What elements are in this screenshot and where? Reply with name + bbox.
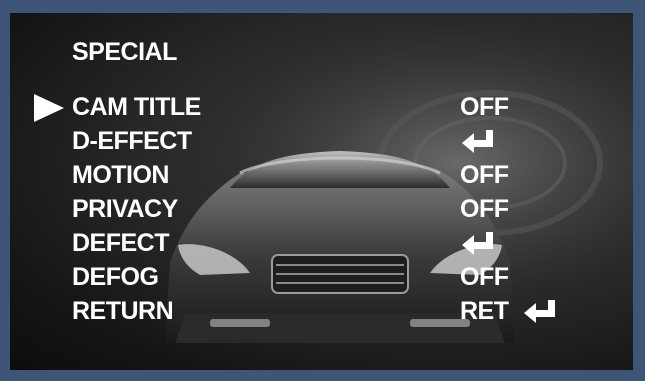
enter-icon	[524, 300, 555, 323]
menu-item-value: OFF	[460, 263, 509, 291]
menu-item-label: DEFECT	[72, 229, 170, 257]
menu-item-value: RET	[460, 297, 509, 325]
menu-item-value: OFF	[460, 93, 509, 121]
osd-frame: SPECIAL CAM TITLE OFF D-EFFECT MOTION OF…	[0, 0, 645, 381]
menu-item-defect[interactable]: DEFECT	[10, 227, 633, 259]
menu-item-value: OFF	[460, 195, 509, 223]
menu-item-privacy[interactable]: PRIVACY OFF	[10, 193, 633, 225]
enter-icon	[462, 232, 493, 255]
camera-osd-screen: SPECIAL CAM TITLE OFF D-EFFECT MOTION OF…	[10, 13, 633, 370]
menu-title: SPECIAL	[72, 38, 177, 66]
menu-item-label: DEFOG	[72, 263, 159, 291]
enter-icon	[462, 130, 493, 153]
menu-item-return[interactable]: RETURN RET	[10, 295, 633, 327]
menu-item-label: RETURN	[72, 297, 174, 325]
menu-item-label: CAM TITLE	[72, 93, 201, 121]
selection-cursor-icon	[34, 94, 64, 122]
menu-item-value: OFF	[460, 161, 509, 189]
menu-item-label: PRIVACY	[72, 195, 178, 223]
menu-item-motion[interactable]: MOTION OFF	[10, 159, 633, 191]
menu-item-label: MOTION	[72, 161, 170, 189]
menu-item-defog[interactable]: DEFOG OFF	[10, 261, 633, 293]
menu-item-label: D-EFFECT	[72, 127, 192, 155]
menu-item-cam-title[interactable]: CAM TITLE OFF	[10, 91, 633, 123]
menu-item-d-effect[interactable]: D-EFFECT	[10, 125, 633, 157]
